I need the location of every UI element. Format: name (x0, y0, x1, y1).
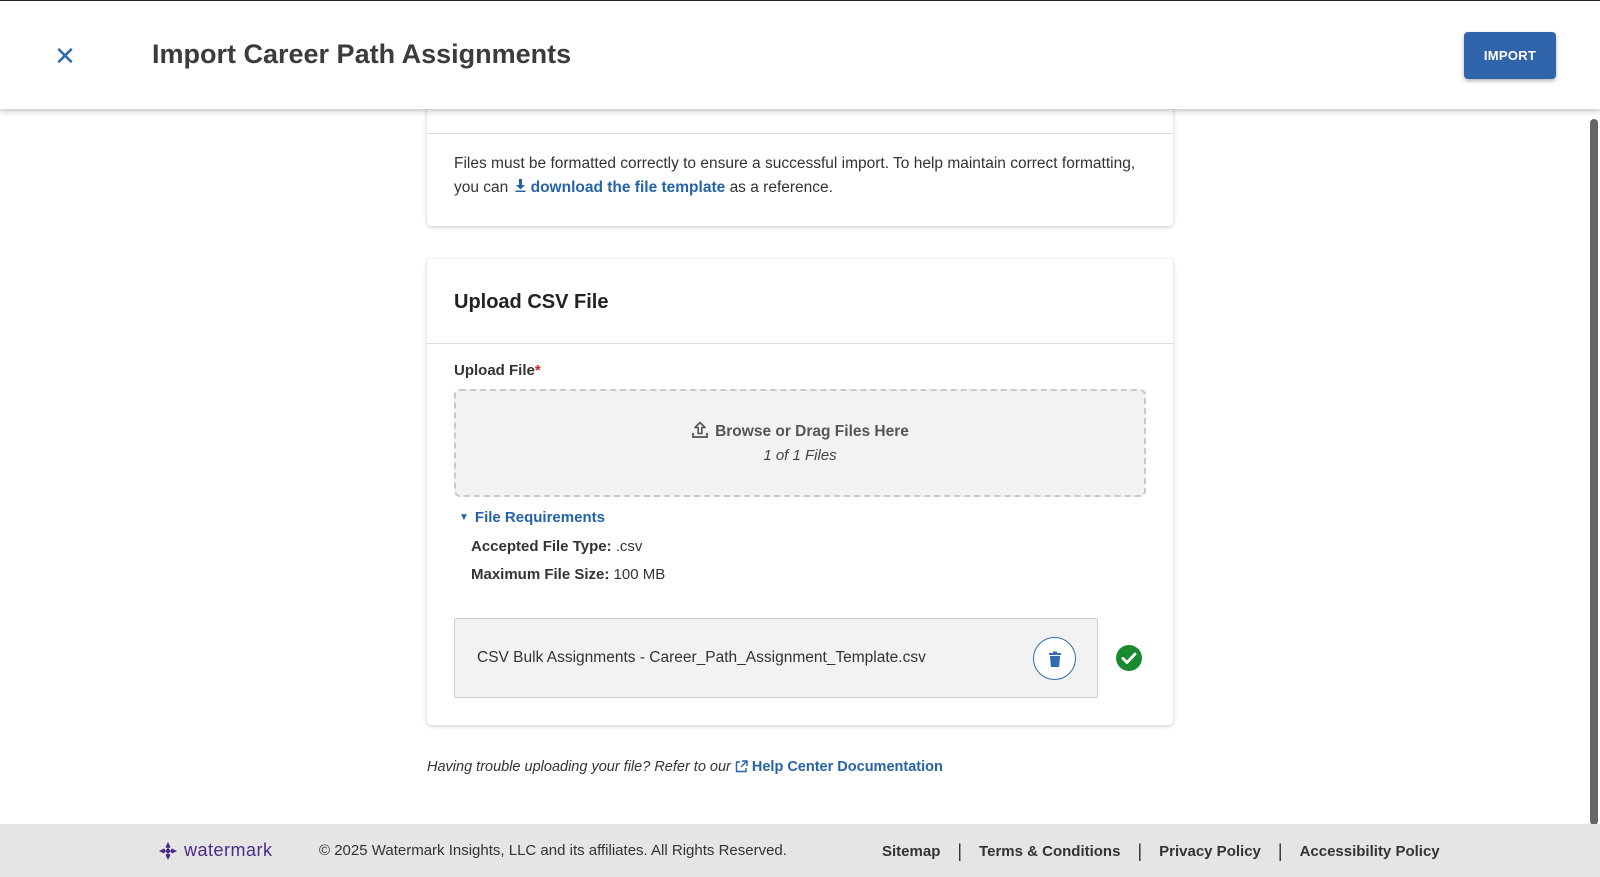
download-icon (515, 176, 527, 200)
watermark-logo-text: watermark (184, 840, 273, 860)
upload-file-label: Upload File* (454, 362, 541, 379)
upload-file-label-text: Upload File (454, 362, 535, 379)
maximum-file-size-label: Maximum File Size: (471, 566, 610, 583)
accepted-file-type-value: .csv (615, 538, 643, 555)
info-text-after: as a reference. (729, 179, 833, 196)
footer-separator: | (1277, 841, 1283, 861)
footer-link-sitemap[interactable]: Sitemap (882, 843, 940, 860)
card-divider (427, 343, 1173, 344)
modal-header: ✕ Import Career Path Assignments IMPORT (0, 0, 1600, 109)
card-divider (427, 133, 1173, 134)
upload-card: Upload CSV File Upload File* Browse or D… (427, 259, 1173, 725)
file-dropzone[interactable]: Browse or Drag Files Here 1 of 1 Files (454, 389, 1146, 497)
uploaded-file-name: CSV Bulk Assignments - Career_Path_Assig… (477, 649, 926, 666)
download-template-link[interactable]: download the file template (531, 179, 726, 196)
accepted-file-type-label: Accepted File Type: (471, 538, 612, 555)
caret-down-icon: ▼ (459, 512, 469, 523)
check-circle-icon (1116, 645, 1142, 671)
trash-icon (1048, 651, 1061, 667)
footer-separator: | (957, 841, 963, 861)
dropzone-main-text: Browse or Drag Files Here (715, 423, 909, 440)
footer-link-privacy[interactable]: Privacy Policy (1159, 843, 1261, 860)
file-requirements-label: File Requirements (474, 509, 605, 526)
watermark-logo-icon (159, 841, 177, 860)
copyright-text: © 2025 Watermark Insights, LLC and its a… (319, 842, 787, 859)
file-requirements-toggle[interactable]: ▼ File Requirements (459, 509, 605, 526)
import-button[interactable]: IMPORT (1464, 32, 1556, 79)
upload-icon (691, 421, 709, 444)
delete-file-button[interactable] (1033, 637, 1076, 680)
footer-link-accessibility[interactable]: Accessibility Policy (1300, 843, 1440, 860)
page-title: Import Career Path Assignments (152, 39, 572, 69)
help-text: Having trouble uploading your file? Refe… (427, 759, 943, 777)
footer: watermark © 2025 Watermark Insights, LLC… (0, 824, 1600, 877)
upload-section-title: Upload CSV File (454, 291, 609, 313)
close-icon[interactable]: ✕ (52, 41, 78, 71)
uploaded-file-row: CSV Bulk Assignments - Career_Path_Assig… (454, 618, 1098, 698)
accepted-file-type: Accepted File Type: .csv (471, 538, 642, 555)
scrollbar-thumb[interactable] (1590, 119, 1598, 825)
maximum-file-size: Maximum File Size: 100 MB (471, 566, 665, 583)
info-text: Files must be formatted correctly to ens… (454, 152, 1144, 200)
dropzone-file-count: 1 of 1 Files (763, 447, 837, 464)
required-marker: * (534, 362, 541, 379)
help-center-link[interactable]: Help Center Documentation (752, 759, 943, 775)
external-link-icon (735, 760, 748, 777)
footer-links: Sitemap | Terms & Conditions | Privacy P… (882, 841, 1440, 862)
footer-separator: | (1137, 841, 1143, 861)
help-text-label: Having trouble uploading your file? Refe… (427, 759, 731, 775)
footer-link-terms[interactable]: Terms & Conditions (979, 843, 1120, 860)
dropzone-prompt: Browse or Drag Files Here (456, 421, 1144, 444)
maximum-file-size-value: 100 MB (613, 566, 666, 583)
watermark-logo: watermark (158, 840, 273, 861)
info-card: Files must be formatted correctly to ens… (427, 100, 1173, 226)
